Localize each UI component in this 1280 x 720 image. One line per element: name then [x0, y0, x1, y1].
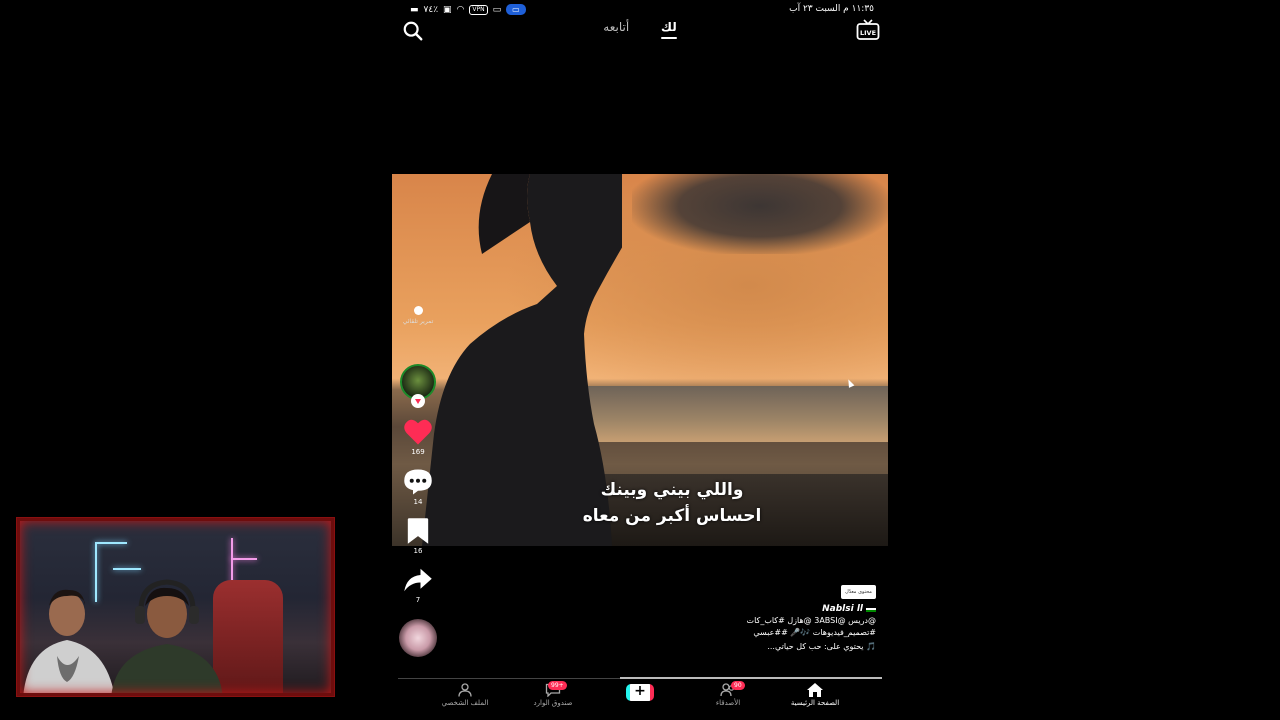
autoscroll-dot-icon — [413, 306, 423, 315]
heart-icon — [404, 419, 432, 445]
follow-button[interactable] — [411, 394, 425, 408]
video-subtitle-line2: احساس أكبر من معاه — [582, 506, 762, 526]
bookmark-icon — [407, 518, 429, 544]
autoscroll-toggle[interactable]: تمرير تلقائي — [400, 306, 436, 325]
author-name[interactable]: Nablsi ll — [576, 603, 876, 615]
nav-friends-label: الأصدقاء — [715, 699, 741, 707]
share-arrow-icon — [404, 568, 432, 592]
feed-tabs: لك أتابعه — [392, 20, 888, 39]
home-icon — [807, 683, 823, 697]
video-subtitle-line1: واللي بيني وبينك — [600, 480, 744, 500]
screen: ▬ ٧٤٪ ▣ ◠ VPN ▭ ▭ ١١:٣٥ م السبت ٢٣ آب لك… — [0, 0, 1280, 720]
save-count: 16 — [413, 547, 423, 555]
nav-home[interactable]: الصفحة الرئيسية — [780, 683, 850, 707]
author-label: Nablsi ll — [822, 604, 863, 614]
tab-following[interactable]: أتابعه — [603, 20, 629, 34]
video-progress-bar[interactable] — [620, 677, 882, 679]
live-icon[interactable]: LIVE — [856, 18, 880, 42]
share-button[interactable]: 7 — [398, 566, 438, 604]
create-button[interactable]: + — [626, 683, 654, 701]
nav-inbox-label: صندوق الوارد — [533, 699, 573, 707]
toggle-icon: ▬ — [410, 4, 419, 15]
live-label: LIVE — [860, 29, 876, 37]
create-label: + — [634, 683, 646, 699]
comment-count: 14 — [413, 498, 423, 506]
inbox-badge: 99+ — [548, 681, 567, 690]
vpn-badge: VPN — [469, 4, 488, 15]
bottom-nav: الصفحة الرئيسية 90 الأصدقاء + 99+ صندوق … — [392, 680, 888, 720]
profile-icon — [458, 683, 472, 697]
save-button[interactable]: 16 — [398, 517, 438, 555]
comment-button[interactable]: 14 — [398, 468, 438, 506]
status-icons: ▬ ٧٤٪ ▣ ◠ VPN ▭ ▭ — [410, 4, 526, 15]
caption-line-2[interactable]: #تصميم_فيديوهات 🎶🎤 ##عبسي — [576, 627, 876, 639]
video-player[interactable]: واللي بيني وبينك احساس أكبر من معاه — [392, 174, 888, 546]
nav-profile[interactable]: الملف الشخصي — [430, 683, 500, 707]
like-button[interactable]: 169 — [398, 418, 438, 456]
top-nav: لك أتابعه LIVE — [392, 16, 888, 46]
screenshot-icon: ▣ — [443, 4, 452, 15]
nav-inbox[interactable]: 99+ صندوق الوارد — [518, 681, 588, 707]
nav-profile-label: الملف الشخصي — [441, 699, 489, 707]
autoscroll-label: تمرير تلقائي — [402, 318, 434, 325]
action-rail: تمرير تلقائي 169 14 16 7 — [392, 300, 444, 670]
wifi-icon: ◠ — [456, 4, 465, 15]
like-count: 169 — [411, 448, 425, 456]
flag-icon — [866, 605, 876, 612]
nav-home-label: الصفحة الرئيسية — [790, 699, 840, 707]
webcam-frame — [17, 518, 334, 696]
friends-badge: 90 — [731, 681, 745, 690]
caption-line-1[interactable]: @دريس @3ABSI @هازل #كاب_كات — [576, 615, 876, 627]
battery-label: ٧٤٪ — [423, 4, 439, 15]
video-caption: محتوى معدّل Nablsi ll @دريس @3ABSI @هازل… — [576, 585, 876, 653]
nav-friends[interactable]: 90 الأصدقاء — [693, 681, 763, 707]
webcam-overlay — [16, 517, 335, 697]
tab-for-you[interactable]: لك — [660, 20, 677, 39]
cloud-shape — [632, 174, 888, 254]
screen-record-pill[interactable]: ▭ — [506, 4, 526, 15]
card-icon: ▭ — [492, 4, 502, 15]
comment-icon — [404, 469, 432, 495]
share-count: 7 — [415, 596, 421, 604]
music-line[interactable]: 🎵 يحتوي على: حب كل حياتي... — [576, 641, 876, 653]
tiktok-phone-view: ▬ ٧٤٪ ▣ ◠ VPN ▭ ▭ ١١:٣٥ م السبت ٢٣ آب لك… — [392, 0, 888, 720]
music-disc-icon[interactable] — [399, 619, 437, 657]
status-time: ١١:٣٥ م السبت ٢٣ آب — [789, 4, 874, 14]
promo-tag: محتوى معدّل — [841, 585, 876, 599]
